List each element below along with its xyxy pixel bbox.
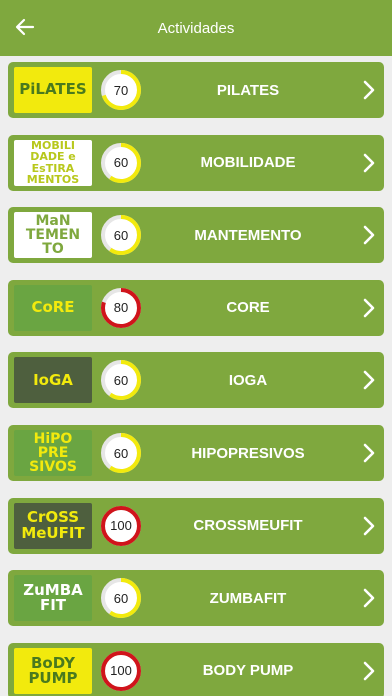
progress-value: 60 bbox=[113, 372, 129, 388]
activity-row-core[interactable]: CoRE 80 CORE bbox=[8, 279, 384, 336]
activity-row-crossmeufit[interactable]: CrOSS MeUFIT 100 CROSSMEUFIT bbox=[8, 497, 384, 554]
activity-row-body-pump[interactable]: BoDY PUMP 100 BODY PUMP bbox=[8, 642, 384, 696]
activity-thumbnail-text: CoRE bbox=[31, 298, 75, 317]
progress-value: 60 bbox=[113, 590, 129, 606]
activity-thumbnail-text: PiLATES bbox=[19, 80, 87, 99]
activity-row-pilates[interactable]: PiLATES 70 PILATES bbox=[8, 62, 384, 118]
page-title: Actividades bbox=[157, 19, 235, 37]
chevron-right-icon bbox=[363, 225, 375, 245]
activity-thumbnail-text: IoGA bbox=[33, 370, 73, 389]
activity-thumbnail: MaN TEMEN TO bbox=[14, 212, 92, 259]
activity-title: MOBILIDADE bbox=[200, 154, 296, 172]
progress-value: 60 bbox=[113, 445, 129, 461]
activity-thumbnail: IoGA bbox=[14, 357, 92, 404]
activity-title: ZUMBAFIT bbox=[209, 589, 287, 607]
chevron-right-icon bbox=[363, 516, 375, 535]
back-button[interactable] bbox=[10, 12, 40, 42]
activity-thumbnail-text: BoDY PUMP bbox=[28, 653, 78, 687]
chevron-right-icon bbox=[363, 298, 375, 318]
activity-thumbnail-text: MaN TEMEN TO bbox=[25, 212, 81, 258]
progress-value: 70 bbox=[113, 82, 129, 98]
app-bar: Actividades bbox=[0, 0, 392, 56]
activity-thumbnail: HiPO PRE SIVOS bbox=[14, 430, 92, 476]
activity-thumbnail-text: MOBILI DADE e EsTIRA MENTOS bbox=[26, 139, 80, 186]
activity-title: IOGA bbox=[228, 371, 268, 389]
progress-gauge: 60 bbox=[100, 577, 142, 619]
progress-gauge: 60 bbox=[100, 432, 142, 474]
activity-title: CROSSMEUFIT bbox=[193, 517, 303, 535]
progress-gauge: 100 bbox=[100, 505, 142, 547]
activity-title: BODY PUMP bbox=[202, 662, 294, 680]
activity-title: PILATES bbox=[216, 81, 280, 99]
arrow-left-icon bbox=[15, 18, 35, 36]
progress-value: 60 bbox=[113, 227, 129, 243]
progress-gauge: 60 bbox=[100, 142, 142, 184]
chevron-right-icon bbox=[363, 443, 375, 463]
activity-row-mobilidade[interactable]: MOBILI DADE e EsTIRA MENTOS 60 MOBILIDADE bbox=[8, 134, 384, 191]
activity-thumbnail: CoRE bbox=[14, 284, 92, 331]
activity-thumbnail: PiLATES bbox=[14, 67, 92, 113]
chevron-right-icon bbox=[363, 371, 375, 390]
activity-title: MANTEMENTO bbox=[194, 226, 302, 244]
activity-title: HIPOPRESIVOS bbox=[191, 444, 305, 462]
activity-row-ioga[interactable]: IoGA 60 IOGA bbox=[8, 352, 384, 409]
activity-thumbnail: MOBILI DADE e EsTIRA MENTOS bbox=[14, 139, 92, 186]
activity-row-zumbafit[interactable]: ZuMBA FIT 60 ZUMBAFIT bbox=[8, 570, 384, 627]
chevron-right-icon bbox=[363, 588, 375, 608]
progress-gauge: 100 bbox=[100, 650, 142, 692]
activity-thumbnail: BoDY PUMP bbox=[14, 647, 92, 694]
activity-row-mantemento[interactable]: MaN TEMEN TO 60 MANTEMENTO bbox=[8, 207, 384, 264]
activity-thumbnail: CrOSS MeUFIT bbox=[14, 502, 92, 549]
progress-value: 60 bbox=[113, 155, 129, 171]
activity-thumbnail-text: HiPO PRE SIVOS bbox=[29, 430, 77, 476]
progress-gauge: 70 bbox=[100, 69, 142, 111]
progress-gauge: 60 bbox=[100, 214, 142, 256]
chevron-right-icon bbox=[363, 153, 375, 172]
progress-value: 100 bbox=[110, 518, 132, 534]
progress-value: 100 bbox=[110, 663, 132, 679]
progress-value: 80 bbox=[113, 300, 129, 316]
progress-gauge: 60 bbox=[100, 359, 142, 401]
chevron-right-icon bbox=[363, 661, 375, 681]
activity-title: CORE bbox=[226, 299, 270, 317]
activity-row-hipopresivos[interactable]: HiPO PRE SIVOS 60 HIPOPRESIVOS bbox=[8, 425, 384, 481]
activity-thumbnail-text: CrOSS MeUFIT bbox=[21, 508, 85, 542]
activity-thumbnail: ZuMBA FIT bbox=[14, 575, 92, 622]
chevron-right-icon bbox=[363, 80, 375, 100]
progress-gauge: 80 bbox=[100, 287, 142, 329]
activity-thumbnail-text: ZuMBA FIT bbox=[23, 580, 83, 615]
